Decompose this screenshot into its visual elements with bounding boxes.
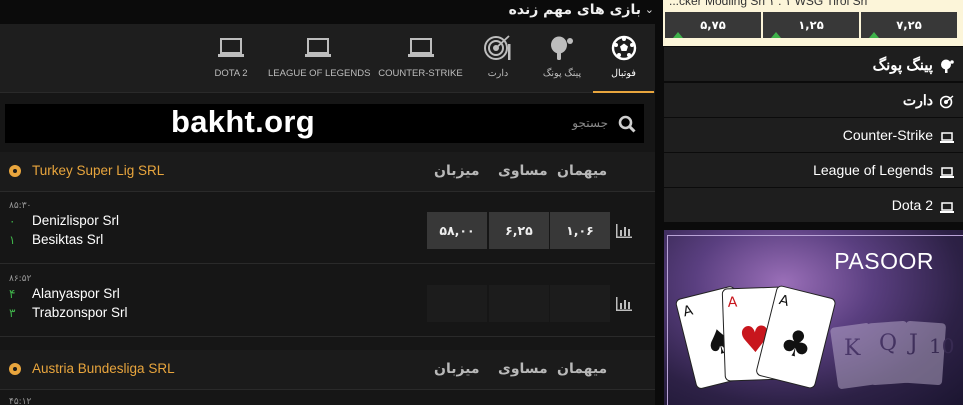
match-time: ۸۶:۵۲: [9, 274, 32, 284]
search-icon[interactable]: [618, 115, 636, 137]
arrow-up-icon: [771, 32, 781, 38]
odd-draw-button[interactable]: ۶,۲۵: [489, 212, 549, 249]
team2-name: Trabzonspor Srl: [32, 305, 128, 320]
col-head-away: میهمان: [557, 163, 608, 179]
team2-name: Besiktas Srl: [32, 232, 104, 247]
page-title: بازی های مهم زنده: [508, 2, 641, 18]
league-header[interactable]: Turkey Super Lig SRL میزبان مساوی میهمان: [0, 152, 655, 192]
search-box[interactable]: bakht.org جستجو: [5, 104, 644, 143]
sidebar-item-dota-2[interactable]: Dota 2: [664, 188, 963, 222]
sidebar-item-counter-strike[interactable]: Counter-Strike: [664, 118, 963, 152]
match-time: ۴۵:۱۲: [9, 397, 32, 405]
team1-name: Denizlispor Srl: [32, 213, 120, 228]
sidebar-item-label: Counter-Strike: [842, 127, 933, 143]
panel-header[interactable]: بازی های مهم زنده ⌄: [0, 0, 655, 24]
laptop-icon: [940, 164, 954, 183]
stats-icon[interactable]: [616, 296, 632, 315]
arrow-up-icon: [869, 32, 879, 38]
laptop-icon: [940, 199, 954, 218]
team1-score: ۰: [9, 214, 16, 228]
odd-home-button[interactable]: ۵۸,۰۰: [427, 212, 487, 249]
panel-divider: [655, 0, 663, 405]
ticker-odd-value: ۱,۲۵: [798, 18, 824, 32]
col-head-draw: مساوی: [498, 361, 548, 377]
laptop-icon: [205, 34, 257, 62]
laptop-icon: [940, 129, 954, 148]
svg-text:J: J: [907, 331, 918, 356]
ticker-odd-button[interactable]: ۷,۲۵: [861, 12, 957, 38]
svg-text:10: 10: [929, 334, 954, 358]
sidebar-item-league-of-legends[interactable]: League of Legends: [664, 153, 963, 187]
sidebar: ...cker Modling Srl ۱ : ۱ WSG Tirol Srl …: [663, 0, 963, 405]
sidebar-item-ping-pong[interactable]: پینگ پونگ: [664, 47, 963, 81]
team1-score: ۴: [9, 287, 16, 301]
odd-away-button: [550, 285, 610, 322]
chevron-down-icon[interactable]: ⌄: [645, 3, 654, 16]
odd-away-button[interactable]: ۱,۰۶: [550, 212, 610, 249]
ticker-odd-value: ۷,۲۵: [896, 18, 922, 32]
match-row[interactable]: ۸۶:۵۲ ۴ ۳ Alanyaspor Srl Trabzonspor Srl: [0, 265, 655, 337]
sport-tabs: فوتبال پینگ پونگ دارت COUNTER-STRIKE LEA…: [0, 24, 655, 93]
match-time: ۸۵:۳۰: [9, 201, 32, 211]
live-events-panel: بازی های مهم زنده ⌄ فوتبال پینگ پونگ دار…: [0, 0, 655, 405]
ticker-match-text: ...cker Modling Srl ۱ : ۱ WSG Tirol Srl: [669, 0, 868, 8]
team1-name: Alanyaspor Srl: [32, 286, 120, 301]
ticker-odd-button[interactable]: ۱,۲۵: [763, 12, 859, 38]
team2-score: ۳: [9, 306, 16, 320]
odd-home-button: [427, 285, 487, 322]
tab-dota-2[interactable]: DOTA 2: [205, 24, 257, 93]
tab-label: پینگ پونگ: [542, 68, 582, 79]
tab-counter-strike[interactable]: COUNTER-STRIKE: [376, 24, 465, 93]
odd-draw-button: [489, 285, 549, 322]
ticker-odd-value: ۵,۷۵: [700, 18, 726, 32]
ping-pong-icon: [940, 58, 954, 77]
svg-text:Q: Q: [879, 331, 897, 356]
stats-icon[interactable]: [616, 223, 632, 242]
sidebar-item-label: Dota 2: [891, 197, 933, 213]
tab-darts[interactable]: دارت: [469, 24, 527, 93]
svg-text:A: A: [727, 295, 738, 311]
ticker-odd-button[interactable]: ۵,۷۵: [665, 12, 761, 38]
tab-league-of-legends[interactable]: LEAGUE OF LEGENDS: [268, 24, 371, 93]
match-row[interactable]: ۸۵:۳۰ ۰ ۱ Denizlispor Srl Besiktas Srl ۵…: [0, 192, 655, 264]
tab-ping-pong[interactable]: پینگ پونگ: [532, 24, 592, 93]
match-row[interactable]: ۴۵:۱۲: [0, 391, 655, 405]
tab-label: DOTA 2: [214, 68, 248, 79]
pasoor-promo-banner[interactable]: PASOOR K Q J 10 A ♠ A ♥ A ♣: [664, 230, 963, 405]
soccer-ball-icon: [593, 34, 654, 62]
svg-text:K: K: [844, 336, 861, 361]
col-head-away: میهمان: [557, 361, 608, 377]
search-input[interactable]: جستجو: [572, 116, 608, 130]
col-head-home: میزبان: [434, 163, 480, 179]
site-watermark: bakht.org: [171, 104, 315, 139]
dart-target-icon: [469, 34, 527, 62]
league-icon: [9, 363, 21, 375]
col-head-home: میزبان: [434, 361, 480, 377]
tab-label: فوتبال: [611, 68, 636, 79]
team2-score: ۱: [9, 233, 16, 247]
sidebar-item-darts[interactable]: دارت: [664, 83, 963, 117]
league-header[interactable]: Austria Bundesliga SRL میزبان مساوی میهم…: [0, 350, 655, 390]
playing-cards-illustration: K Q J 10 A ♠ A ♥ A ♣: [675, 285, 954, 389]
sidebar-item-label: League of Legends: [813, 162, 933, 178]
laptop-icon: [268, 34, 367, 62]
league-icon: [9, 165, 21, 177]
tab-label: LEAGUE OF LEGENDS: [268, 68, 371, 79]
col-head-draw: مساوی: [498, 163, 548, 179]
live-ticker[interactable]: ...cker Modling Srl ۱ : ۱ WSG Tirol Srl …: [663, 0, 963, 46]
laptop-icon: [376, 34, 465, 62]
arrow-up-icon: [673, 32, 683, 38]
tab-soccer[interactable]: فوتبال: [593, 24, 654, 93]
tab-label: دارت: [487, 68, 509, 79]
sidebar-item-label: پینگ پونگ: [872, 57, 933, 74]
league-name: Austria Bundesliga SRL: [32, 361, 175, 376]
ping-pong-icon: [532, 34, 592, 62]
tab-label: COUNTER-STRIKE: [378, 68, 463, 79]
sidebar-item-label: دارت: [902, 92, 933, 108]
league-name: Turkey Super Lig SRL: [32, 163, 165, 178]
dart-target-icon: [939, 94, 954, 113]
